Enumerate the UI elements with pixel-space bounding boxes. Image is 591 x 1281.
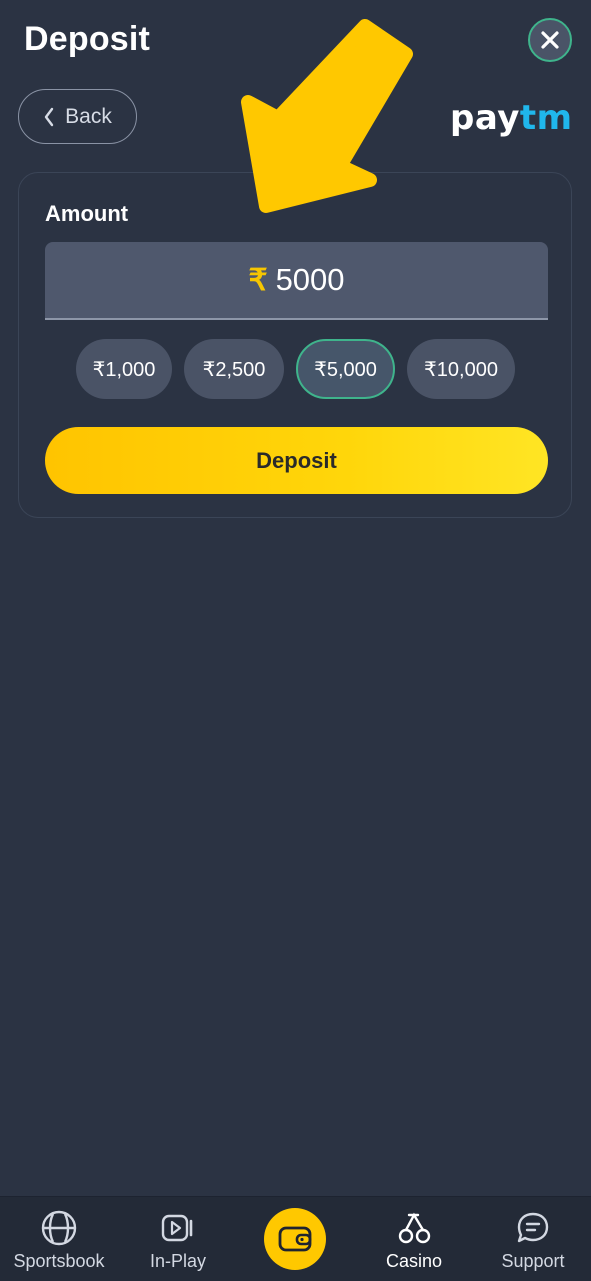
quick-amount-2500[interactable]: ₹2,500 bbox=[184, 339, 284, 399]
quick-amount-10000[interactable]: ₹10,000 bbox=[407, 339, 515, 399]
quick-amounts: ₹1,000 ₹2,500 ₹5,000 ₹10,000 bbox=[76, 339, 515, 399]
amount-label: Amount bbox=[45, 201, 129, 226]
nav-wallet-button[interactable] bbox=[264, 1208, 326, 1270]
page-title: Deposit bbox=[24, 20, 151, 58]
back-button[interactable]: Back bbox=[18, 89, 137, 144]
amount-value: 5000 bbox=[275, 262, 345, 297]
basketball-icon bbox=[41, 1210, 77, 1246]
cherries-icon bbox=[398, 1212, 431, 1244]
amount-input[interactable]: ₹ 5000 bbox=[45, 242, 548, 320]
deposit-card: Amount ₹ 5000 ₹1,000 ₹2,500 ₹5,000 ₹10,0… bbox=[18, 172, 572, 518]
nav-support[interactable]: Support bbox=[496, 1197, 570, 1281]
arrow-annotation-icon bbox=[241, 19, 413, 213]
nav-in-play[interactable]: In-Play bbox=[138, 1197, 218, 1281]
close-icon bbox=[541, 31, 559, 49]
rupee-icon: ₹ bbox=[248, 263, 268, 297]
play-video-icon bbox=[161, 1214, 193, 1242]
deposit-button[interactable]: Deposit bbox=[45, 427, 548, 494]
chat-icon bbox=[517, 1212, 549, 1243]
paytm-logo: paytm bbox=[450, 98, 573, 138]
nav-casino[interactable]: Casino bbox=[380, 1197, 448, 1281]
quick-amount-1000[interactable]: ₹1,000 bbox=[76, 339, 172, 399]
wallet-icon bbox=[278, 1226, 312, 1252]
back-label: Back bbox=[65, 104, 112, 128]
nav-sportsbook[interactable]: Sportsbook bbox=[10, 1197, 108, 1281]
chevron-left-icon bbox=[44, 107, 54, 126]
close-button[interactable] bbox=[528, 18, 572, 62]
quick-amount-5000[interactable]: ₹5,000 bbox=[296, 339, 395, 399]
